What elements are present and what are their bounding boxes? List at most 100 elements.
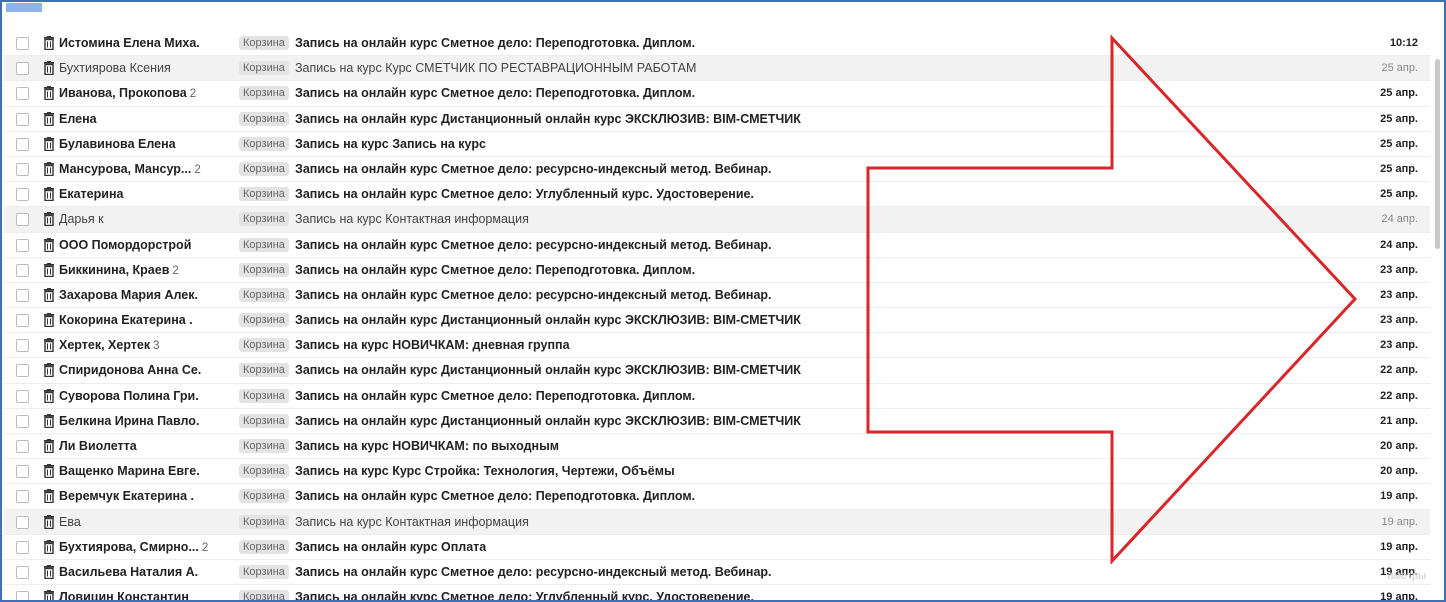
row-checkbox[interactable] (16, 364, 29, 378)
message-sender[interactable]: Бухтиярова Ксения (59, 61, 234, 75)
message-row[interactable]: Бухтиярова, Смирно... 2 Корзина Запись на… (4, 535, 1430, 560)
message-row[interactable]: Кокорина Екатерина . Корзина Запись на о… (4, 308, 1430, 334)
message-subject[interactable]: Запись на курс НОВИЧКАМ: дневная группа (295, 338, 1295, 352)
message-row[interactable]: Ловицин Константин Корзина Запись на онл… (4, 585, 1430, 600)
message-row[interactable]: Захарова Мария Алек. Корзина Запись на о… (4, 283, 1430, 309)
message-subject[interactable]: Запись на курс НОВИЧКАМ: по выходным (295, 439, 1295, 453)
message-subject[interactable]: Запись на курс Запись на курс (295, 137, 1295, 151)
message-row[interactable]: Биккинина, Краев 2 Корзина Запись на онла… (4, 258, 1430, 283)
message-sender[interactable]: Ловицин Константин (59, 590, 234, 600)
message-sender[interactable]: Васильева Наталия А. (59, 565, 234, 579)
message-sender[interactable]: Биккинина, Краев 2 (59, 263, 234, 277)
message-subject[interactable]: Запись на онлайн курс Сметное дело: Пере… (295, 36, 1295, 50)
message-row[interactable]: Дарья к Корзина Запись на курс Контактна… (4, 207, 1430, 233)
scrollbar-thumb[interactable] (1435, 59, 1440, 249)
row-checkbox[interactable] (16, 162, 29, 176)
folder-label-trash[interactable]: Корзина (239, 36, 289, 50)
message-subject[interactable]: Запись на курс Контактная информация (295, 212, 1295, 226)
folder-label-trash[interactable]: Корзина (239, 187, 289, 202)
message-sender[interactable]: Кокорина Екатерина . (59, 313, 234, 327)
scrollbar[interactable] (1434, 31, 1442, 600)
row-checkbox[interactable] (16, 540, 29, 554)
message-sender[interactable]: Екатерина (59, 187, 234, 201)
message-sender[interactable]: Ева (59, 515, 234, 529)
folder-label-trash[interactable]: Корзина (239, 413, 289, 428)
message-subject[interactable]: Запись на курс Курс Стройка: Технология,… (295, 464, 1295, 478)
folder-label-trash[interactable]: Корзина (239, 564, 289, 579)
message-subject[interactable]: Запись на онлайн курс Оплата (295, 540, 1295, 554)
message-sender[interactable]: Истомина Елена Миха. (59, 36, 234, 50)
row-checkbox[interactable] (16, 137, 29, 151)
message-subject[interactable]: Запись на онлайн курс Дистанционный онла… (295, 313, 1295, 327)
message-sender[interactable]: Хертек, Хертек 3 (59, 338, 234, 352)
message-sender[interactable]: Веремчук Екатерина . (59, 489, 234, 503)
message-sender[interactable]: Бухтиярова, Смирно... 2 (59, 540, 234, 554)
message-subject[interactable]: Запись на онлайн курс Дистанционный онла… (295, 414, 1295, 428)
message-row[interactable]: Спиридонова Анна Се. Корзина Запись на о… (4, 358, 1430, 384)
row-checkbox[interactable] (16, 288, 29, 302)
message-subject[interactable]: Запись на онлайн курс Дистанционный онла… (295, 112, 1295, 126)
message-sender[interactable]: Захарова Мария Алек. (59, 288, 234, 302)
message-subject[interactable]: Запись на онлайн курс Сметное дело: Углу… (295, 187, 1295, 201)
row-checkbox[interactable] (16, 314, 29, 328)
message-row[interactable]: Ващенко Марина Евге. Корзина Запись на к… (4, 459, 1430, 485)
message-row[interactable]: Белкина Ирина Павло. Корзина Запись на о… (4, 409, 1430, 434)
folder-label-trash[interactable]: Корзина (239, 136, 289, 151)
message-subject[interactable]: Запись на онлайн курс Сметное дело: Пере… (295, 489, 1295, 503)
message-subject[interactable]: Запись на онлайн курс Сметное дело: ресу… (295, 238, 1295, 252)
row-checkbox[interactable] (16, 389, 29, 403)
message-sender[interactable]: Ващенко Марина Евге. (59, 464, 234, 478)
message-row[interactable]: Ли Виолетта Корзина Запись на курс НОВИЧ… (4, 434, 1430, 460)
folder-label-trash[interactable]: Корзина (239, 363, 289, 378)
message-row[interactable]: Бухтиярова Ксения Корзина Запись на курс… (4, 56, 1430, 82)
folder-label-trash[interactable]: Корзина (239, 338, 289, 353)
folder-label-trash[interactable]: Корзина (239, 86, 289, 101)
message-row[interactable]: Ева Корзина Запись на курс Контактная ин… (4, 509, 1430, 535)
message-sender[interactable]: Булавинова Елена (59, 137, 234, 151)
message-sender[interactable]: Дарья к (59, 212, 234, 226)
top-tab-indicator[interactable] (6, 3, 42, 12)
message-sender[interactable]: Иванова, Прокопова 2 (59, 86, 234, 100)
folder-label-trash[interactable]: Корзина (239, 61, 289, 76)
folder-label-trash[interactable]: Корзина (239, 161, 289, 176)
message-subject[interactable]: Запись на онлайн курс Сметное дело: ресу… (295, 288, 1295, 302)
row-checkbox[interactable] (16, 440, 29, 453)
folder-label-trash[interactable]: Корзина (239, 212, 289, 227)
folder-label-trash[interactable]: Корзина (239, 237, 289, 252)
message-row[interactable]: Суворова Полина Гри. Корзина Запись на о… (4, 384, 1430, 409)
message-row[interactable]: ООО Помордорстрой Корзина Запись на онла… (4, 233, 1430, 258)
folder-label-trash[interactable]: Корзина (239, 388, 289, 403)
message-row[interactable]: Мансурова, Мансур... 2 Корзина Запись на … (4, 157, 1430, 183)
message-sender[interactable]: Ли Виолетта (59, 439, 234, 453)
message-row[interactable]: Хертек, Хертек 3 Корзина Запись на курс Н… (4, 333, 1430, 359)
message-subject[interactable]: Запись на онлайн курс Сметное дело: ресу… (295, 162, 1295, 176)
row-checkbox[interactable] (16, 591, 29, 600)
folder-label-trash[interactable]: Корзина (239, 287, 289, 302)
message-subject[interactable]: Запись на курс Курс СМЕТЧИК ПО РЕСТАВРАЦ… (295, 61, 1295, 75)
row-checkbox[interactable] (16, 515, 29, 529)
folder-label-trash[interactable]: Корзина (239, 489, 289, 504)
folder-label-trash[interactable]: Корзина (239, 111, 289, 126)
message-sender[interactable]: ООО Помордорстрой (59, 238, 234, 252)
folder-label-trash[interactable]: Корзина (239, 590, 289, 600)
row-checkbox[interactable] (16, 112, 29, 126)
row-checkbox[interactable] (16, 339, 29, 353)
row-checkbox[interactable] (16, 263, 29, 277)
row-checkbox[interactable] (16, 213, 29, 227)
row-checkbox[interactable] (16, 414, 29, 428)
folder-label-trash[interactable]: Корзина (239, 514, 289, 529)
row-checkbox[interactable] (16, 87, 29, 101)
folder-label-trash[interactable]: Корзина (239, 262, 289, 277)
message-row[interactable]: Иванова, Прокопова 2 Корзина Запись на он… (4, 81, 1430, 107)
folder-label-trash[interactable]: Корзина (239, 313, 289, 328)
message-row[interactable]: Булавинова Елена Корзина Запись на курс … (4, 132, 1430, 157)
folder-label-trash[interactable]: Корзина (239, 539, 289, 554)
message-row[interactable]: Екатерина Корзина Запись на онлайн курс … (4, 182, 1430, 208)
row-checkbox[interactable] (16, 238, 29, 252)
message-sender[interactable]: Елена (59, 112, 234, 126)
row-checkbox[interactable] (16, 37, 29, 50)
message-subject[interactable]: Запись на онлайн курс Сметное дело: Углу… (295, 590, 1295, 600)
message-row[interactable]: Елена Корзина Запись на онлайн курс Дист… (4, 107, 1430, 132)
message-sender[interactable]: Суворова Полина Гри. (59, 389, 234, 403)
message-subject[interactable]: Запись на онлайн курс Дистанционный онла… (295, 363, 1295, 377)
